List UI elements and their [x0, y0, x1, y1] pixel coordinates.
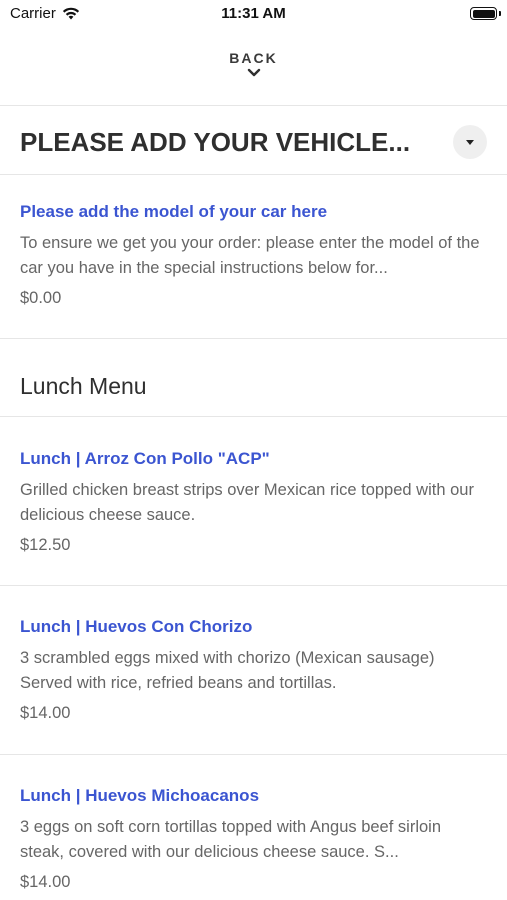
status-time: 11:31 AM — [221, 5, 286, 22]
chevron-down-icon — [247, 68, 260, 77]
item-title: Lunch | Arroz Con Pollo "ACP" — [20, 449, 270, 468]
section-header: PLEASE ADD YOUR VEHICLE... — [0, 107, 507, 175]
item-title: Lunch | Huevos Michoacanos — [20, 786, 260, 805]
menu-item[interactable]: Lunch | Arroz Con Pollo "ACP" Grilled ch… — [0, 418, 507, 586]
item-price: $0.00 — [20, 289, 62, 307]
caret-down-icon — [466, 139, 474, 145]
item-description: 3 eggs on soft corn tortillas topped wit… — [20, 818, 441, 861]
category-heading: Lunch Menu — [0, 339, 507, 417]
menu-item-vehicle[interactable]: Please add the model of your car here To… — [0, 176, 507, 339]
item-title: Lunch | Huevos Con Chorizo — [20, 617, 253, 636]
menu-item[interactable]: Lunch | Huevos Michoacanos 3 eggs on sof… — [0, 756, 507, 900]
item-description: Grilled chicken breast strips over Mexic… — [20, 481, 474, 524]
item-price: $14.00 — [20, 873, 71, 891]
back-label: BACK — [229, 50, 278, 66]
item-description: 3 scrambled eggs mixed with chorizo (Mex… — [20, 649, 435, 692]
category-title: Lunch Menu — [20, 373, 147, 399]
menu-item[interactable]: Lunch | Huevos Con Chorizo 3 scrambled e… — [0, 587, 507, 755]
item-title: Please add the model of your car here — [20, 202, 328, 221]
item-description: To ensure we get you your order: please … — [20, 234, 480, 277]
battery-icon — [470, 7, 497, 20]
item-price: $12.50 — [20, 536, 71, 554]
section-title: PLEASE ADD YOUR VEHICLE... — [20, 127, 411, 157]
item-price: $14.00 — [20, 704, 71, 722]
section-dropdown-button[interactable] — [453, 125, 487, 159]
back-button[interactable]: BACK — [0, 50, 507, 106]
status-bar: Carrier 11:31 AM — [0, 0, 507, 30]
battery-tip — [499, 11, 501, 16]
